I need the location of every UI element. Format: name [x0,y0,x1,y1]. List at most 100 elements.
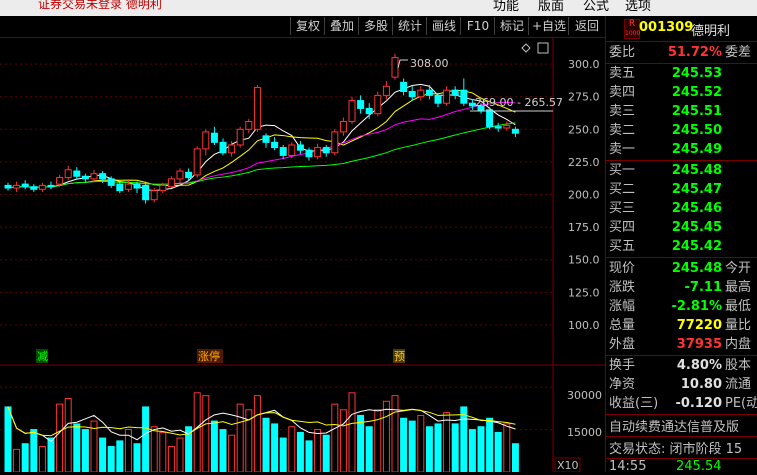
candle-body [81,175,89,180]
bid-label: 买二 [609,182,636,197]
volume-bar [511,443,519,473]
candle-body [133,183,141,189]
volume-bar [451,423,459,473]
candle-body [288,144,296,156]
fin-row-turnover: 换手 4.80% 股本 [606,356,757,375]
volume-bar [202,395,210,473]
bid-label: 买三 [609,201,636,216]
high-price-label: 308.00 [410,57,449,70]
menu-formula[interactable]: 公式 [583,0,609,14]
price-tick-label: 225.0 [568,156,600,169]
fin-value: -0.120 [675,396,722,411]
candle-body [116,183,124,192]
vol-unit-label: X10 [557,459,579,472]
marker-limit-up[interactable]: 涨停 [198,349,220,363]
volume-bar [107,446,115,473]
fin-row-eps: 收益(三) -0.120 PE(动 [606,394,757,413]
candle-body [391,57,399,78]
candle-body [47,184,55,188]
volume-bar [210,420,218,473]
volume-bar [73,423,81,473]
quote-row-pct: 涨幅 -2.81% 最低 [606,297,757,316]
restore-rights-button[interactable]: 复权 [290,17,325,35]
kline-chart[interactable]: 300.0 275.0 250.0 225.0 200.0 175.0 150.0 125.0… [0,38,605,473]
top-menu-bar: 证券交易未登录 德明利 功能 版面 公式 选项 [0,0,757,16]
candle-body [262,135,270,143]
volume-bar [425,426,433,473]
quote-label: 涨幅 [609,299,636,314]
quote-label: 涨跌 [609,280,636,295]
multi-stock-button[interactable]: 多股 [358,17,393,35]
margin-badge: R 1000 [624,19,640,39]
quote-row-price: 现价 245.48 今开 [606,259,757,278]
bid-row[interactable]: 买五 245.42 [606,237,757,256]
quote-value: 245.48 [671,261,722,276]
ask-row[interactable]: 卖二 245.50 [606,121,757,140]
volume-bar [305,440,313,473]
candle-body [159,184,167,192]
margin-badge-unit: 1000 [625,30,641,37]
divider [606,41,757,42]
menu-function[interactable]: 功能 [493,0,519,14]
stock-header: R 1000 001309 德明利 [606,16,757,40]
candle-body [142,184,150,201]
mark-button[interactable]: 标记 [494,17,529,35]
ask-row[interactable]: 卖三 245.51 [606,102,757,121]
ask-price: 245.51 [671,104,722,119]
f10-button[interactable]: F10 [460,17,495,35]
ask-row[interactable]: 卖一 245.49 [606,140,757,159]
bid-row[interactable]: 买三 245.46 [606,199,757,218]
statistics-button[interactable]: 统计 [392,17,427,35]
ask-row[interactable]: 卖五 245.53 [606,64,757,83]
quote-label: 外盘 [609,337,636,352]
candle-body [202,131,210,150]
volume-bar [167,446,175,473]
candle-body [236,128,244,146]
volume-bar [4,406,12,473]
marker-reduce[interactable]: 减 [37,350,48,363]
tick-price: 245.54 [676,459,722,472]
candle-body [357,100,365,109]
price-tick-label: 300.0 [568,58,600,71]
window-toggle-icon[interactable] [537,42,549,54]
volume-bar [38,446,46,473]
menu-layout[interactable]: 版面 [538,0,564,14]
volume-bar [236,403,244,473]
bid-row[interactable]: 买四 245.45 [606,218,757,237]
fin-label2: 股本 [725,358,752,373]
candles [4,53,519,204]
volume-bar [443,412,451,473]
candle-body [167,178,175,188]
bid-row[interactable]: 买一 245.48 [606,161,757,180]
ask-label: 卖一 [609,142,636,157]
candle-body [331,131,339,154]
quote-panel: R 1000 001309 德明利 委比 51.72% 委差 卖五 245.53 卖… [605,16,757,472]
volume-bar [279,437,287,473]
add-favorite-button[interactable]: +自选 [528,17,569,35]
tick-row: 14:55 245.54 [609,459,722,472]
fin-label: 换手 [609,358,636,373]
volume-bar [13,448,21,473]
fin-label: 收益(三) [609,396,659,411]
notice-text[interactable]: 自动续费通达信普及版 [609,416,739,435]
marker-forecast[interactable]: 预 [394,350,405,363]
volume-bar [99,437,107,473]
volume-bar [150,426,158,473]
volume-bar [460,406,468,473]
menu-options[interactable]: 选项 [625,0,651,14]
candle-body [90,173,98,180]
overlay-button[interactable]: 叠加 [324,17,359,35]
volume-bar [486,417,494,473]
ask-row[interactable]: 卖四 245.52 [606,83,757,102]
back-button[interactable]: 返回 [568,17,605,35]
volume-bar [176,437,184,473]
divider [606,414,757,415]
diamond-icon[interactable] [521,43,531,53]
candle-body [451,89,459,96]
draw-line-button[interactable]: 画线 [426,17,461,35]
ask-label: 卖四 [609,85,636,100]
bid-row[interactable]: 买二 245.47 [606,180,757,199]
candle-body [417,89,425,98]
kline-chart-area[interactable]: 300.0 275.0 250.0 225.0 200.0 175.0 150.0 125.0… [0,38,605,473]
volume-bar [468,429,476,473]
